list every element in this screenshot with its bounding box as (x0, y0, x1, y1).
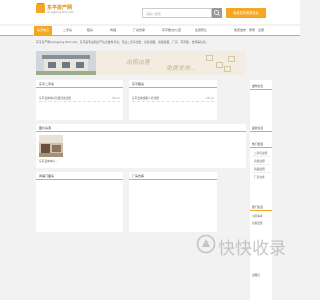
listing-link[interactable]: 东平县城中心位置房屋出售 (39, 96, 71, 100)
banner-window (48, 62, 56, 68)
sidebar-title-hot-columns: 热门栏目 (252, 142, 264, 146)
banner[interactable]: 出租出售 免费发布... (36, 51, 246, 75)
post-listing-button[interactable]: 免费发布房源信息 (226, 8, 266, 18)
panel-divider (36, 131, 246, 132)
listing-photo[interactable] (39, 135, 63, 157)
panel-title: 商铺门面房 (39, 174, 55, 178)
panel-divider (129, 87, 217, 88)
panel-divider (36, 179, 123, 180)
logo-icon[interactable] (36, 4, 45, 13)
sidebar-divider (250, 147, 272, 148)
sidebar-item-sale[interactable]: 房屋出售 (252, 221, 263, 225)
sidebar-separator (252, 156, 270, 157)
banner-building-icon (228, 56, 235, 62)
banner-slogan-1: 出租出售 (126, 59, 151, 66)
sidebar-divider (250, 131, 272, 132)
panel-rent: 东平租房 东平县城出租人房合租 08-12 (129, 80, 217, 120)
sidebar-separator (252, 164, 270, 165)
listing-date: 08-12 (206, 96, 214, 100)
banner-window (76, 62, 84, 68)
search-button[interactable] (212, 8, 222, 18)
listing-link[interactable]: 东平县城出租人房合租 (132, 96, 159, 100)
nav-item-office[interactable]: 写字楼/办公室 (162, 26, 181, 35)
watermark-logo-icon (196, 234, 216, 254)
sidebar-item-shops[interactable]: 商铺出租 (254, 167, 265, 171)
sidebar-item-garage[interactable]: 小区车库 (252, 214, 263, 218)
nav-item-transfer[interactable]: 生意转让 (195, 26, 207, 35)
row-divider (39, 101, 120, 102)
nav-item-shops[interactable]: 商铺 (110, 26, 116, 35)
banner-document-icon (224, 66, 231, 72)
panel-secondhand: 东平二手房 东平县城中心位置房屋出售 08-12 (36, 80, 123, 120)
banner-key-icon (216, 62, 223, 68)
sidebar-title-hot-info: 热门信息 (252, 205, 264, 209)
site-intro: 东平房产网(dongping.tfsh.net)，东平最专业的房产信息发布平台，… (36, 40, 209, 44)
watermark-text: 快快收录 (218, 239, 286, 259)
sidebar: 发布信息 最新信息 热门栏目 二手房出售 房屋出租 商铺出租 厂房仓库 热门信息… (250, 80, 272, 300)
nav-item-factory[interactable]: 厂房仓库 (133, 26, 145, 35)
nav-item-secondhand[interactable]: 二手房 (63, 26, 72, 35)
panel-photos: 图片房源 东平县城中心... (36, 124, 246, 168)
nav-item-listings[interactable]: 房源信息 (34, 26, 53, 35)
sidebar-item-secondhand[interactable]: 二手房出售 (254, 151, 267, 155)
search-input[interactable]: 请输入搜索 (142, 8, 212, 18)
panel-factory: 厂房仓库 (129, 172, 217, 232)
search-icon (214, 10, 220, 16)
sidebar-item-rent[interactable]: 房屋出租 (254, 159, 265, 163)
panel-title: 厂房仓库 (132, 174, 145, 178)
panel-divider (129, 179, 217, 180)
nav-register-link[interactable]: 注册 (258, 26, 264, 35)
nav-post-link[interactable]: 免费发布 (234, 26, 246, 35)
sidebar-item-factory[interactable]: 厂房仓库 (254, 175, 265, 179)
header: 东平房产网 dongping.tfsh.net 请输入搜索 免费发布房源信息 (0, 0, 300, 24)
panel-title: 图片房源 (39, 126, 52, 130)
site-logo-domain: dongping.tfsh.net (47, 10, 74, 14)
panel-title: 东平租房 (132, 82, 145, 86)
nav-login-link[interactable]: 登录 (249, 26, 255, 35)
search-placeholder: 请输入搜索 (146, 11, 162, 16)
main-nav: 房源信息 二手房 租房 商铺 厂房仓库 写字楼/办公室 生意转让 免费发布 登录… (0, 26, 300, 36)
nav-item-rent[interactable]: 租房 (87, 26, 93, 35)
sidebar-title-post: 发布信息 (252, 84, 264, 88)
photo-caption[interactable]: 东平县城中心... (39, 159, 58, 163)
panel-title: 东平二手房 (39, 82, 55, 86)
sidebar-separator (252, 172, 270, 173)
panel-shops: 商铺门面房 (36, 172, 123, 232)
row-divider (132, 101, 214, 102)
sidebar-divider (250, 89, 272, 90)
panel-divider (36, 87, 123, 88)
sidebar-divider (250, 210, 272, 211)
banner-window (62, 62, 70, 68)
sidebar-title-latest: 最新信息 (252, 126, 264, 130)
banner-house-icon (206, 55, 213, 61)
listing-date: 08-12 (112, 96, 120, 100)
sidebar-item-rental[interactable]: 出租房 (252, 273, 260, 277)
banner-lawn (36, 71, 96, 75)
banner-slogan-2: 免费发布... (166, 65, 196, 72)
